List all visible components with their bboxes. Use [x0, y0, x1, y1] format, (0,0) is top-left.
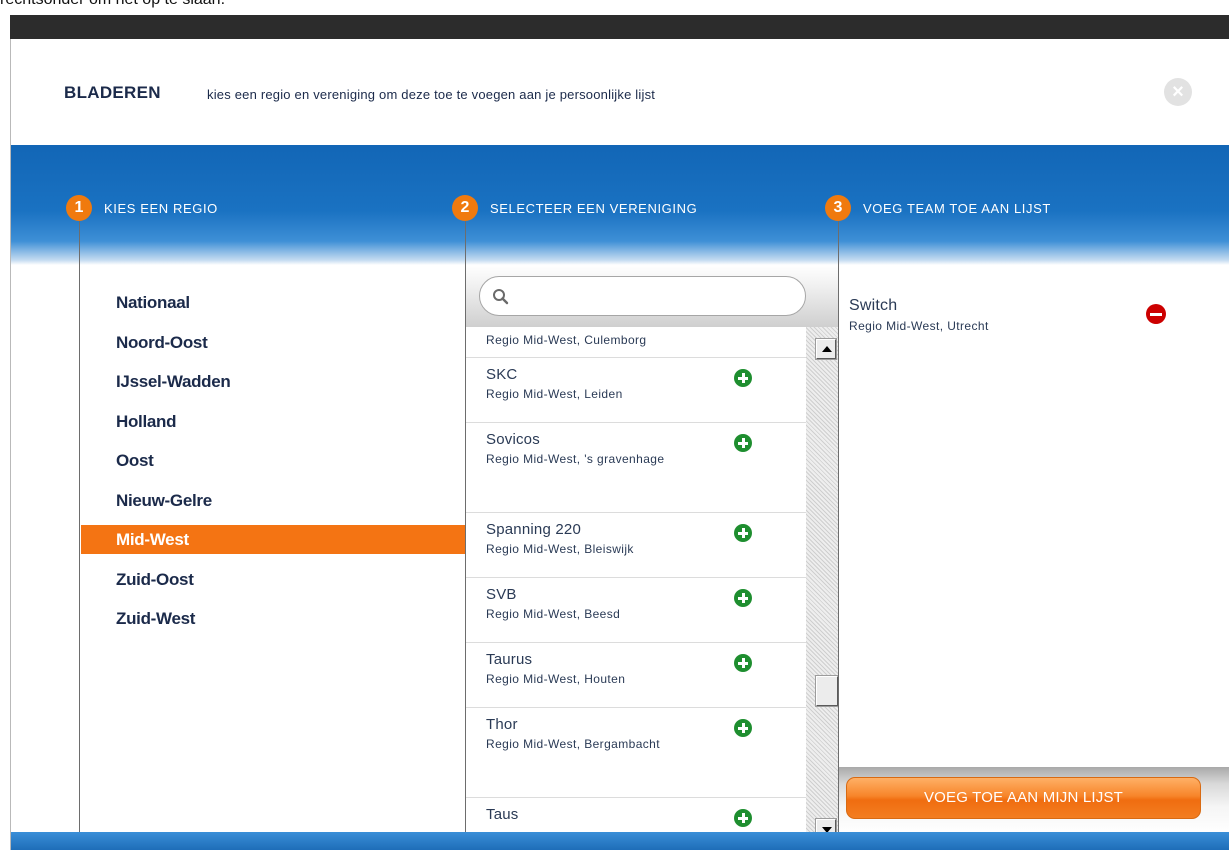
- list-item[interactable]: Thor Regio Mid-West, Bergambacht: [466, 708, 806, 798]
- page-caption: rechtsonder om het op te slaan.: [0, 0, 225, 9]
- team-column: Switch Regio Mid-West, Utrecht VOEG TOE …: [839, 265, 1229, 850]
- plus-circle-icon[interactable]: [734, 654, 752, 672]
- club-name: Thor: [486, 716, 518, 733]
- club-list: Regio Mid-West, Culemborg SKC Regio Mid-…: [466, 327, 806, 850]
- browse-dialog: BLADEREN kies een regio en vereniging om…: [10, 39, 1229, 850]
- step-number: 2: [452, 195, 478, 221]
- plus-circle-icon[interactable]: [734, 369, 752, 387]
- step-3: 3 VOEG TEAM TOE AAN LIJST: [825, 195, 1051, 221]
- plus-circle-icon[interactable]: [734, 809, 752, 827]
- club-name: SKC: [486, 366, 518, 383]
- search-input[interactable]: [479, 276, 806, 316]
- scrollbar-thumb[interactable]: [815, 675, 838, 707]
- page: rechtsonder om het op te slaan. BLADEREN…: [0, 0, 1229, 850]
- region-item-oost[interactable]: Oost: [81, 446, 465, 486]
- region-item-mid-west[interactable]: Mid-West: [81, 525, 465, 554]
- dialog-header: BLADEREN kies een regio en vereniging om…: [11, 39, 1229, 145]
- club-name: Taus: [486, 806, 519, 823]
- club-column: Regio Mid-West, Culemborg SKC Regio Mid-…: [466, 265, 838, 850]
- step-1: 1 KIES EEN REGIO: [66, 195, 218, 221]
- action-footer: VOEG TOE AAN MIJN LIJST: [839, 767, 1229, 833]
- list-item[interactable]: SKC Regio Mid-West, Leiden: [466, 358, 806, 423]
- club-location: Regio Mid-West, Culemborg: [486, 333, 647, 347]
- column-divider: [79, 221, 80, 832]
- club-location: Regio Mid-West, Leiden: [486, 387, 623, 401]
- list-item[interactable]: Spanning 220 Regio Mid-West, Bleiswijk: [466, 513, 806, 578]
- search-icon: [493, 289, 509, 305]
- dialog-bottom-bar: [11, 832, 1229, 850]
- step-label: SELECTEER EEN VERENIGING: [490, 200, 698, 216]
- region-item-nationaal[interactable]: Nationaal: [81, 288, 465, 328]
- region-list: Nationaal Noord-Oost IJssel-Wadden Holla…: [81, 288, 465, 644]
- plus-circle-icon[interactable]: [734, 524, 752, 542]
- list-item[interactable]: Regio Mid-West, Culemborg: [466, 327, 806, 358]
- region-item-zuid-west[interactable]: Zuid-West: [81, 604, 465, 644]
- plus-circle-icon[interactable]: [734, 589, 752, 607]
- steps-band: 1 KIES EEN REGIO 2 SELECTEER EEN VERENIG…: [11, 145, 1229, 265]
- region-item-noord-oost[interactable]: Noord-Oost: [81, 328, 465, 368]
- club-name: SVB: [486, 586, 517, 603]
- minus-circle-icon[interactable]: [1146, 304, 1166, 324]
- region-item-nieuw-gelre[interactable]: Nieuw-Gelre: [81, 486, 465, 526]
- club-name: Spanning 220: [486, 521, 581, 538]
- list-item[interactable]: Sovicos Regio Mid-West, 's gravenhage: [466, 423, 806, 513]
- step-number: 1: [66, 195, 92, 221]
- search-bar: [466, 265, 838, 327]
- list-item[interactable]: Taurus Regio Mid-West, Houten: [466, 643, 806, 708]
- plus-circle-icon[interactable]: [734, 719, 752, 737]
- club-name: Sovicos: [486, 431, 540, 448]
- plus-circle-icon[interactable]: [734, 434, 752, 452]
- add-to-my-list-button[interactable]: VOEG TOE AAN MIJN LIJST: [846, 777, 1201, 819]
- club-location: Regio Mid-West, 's gravenhage: [486, 452, 665, 466]
- step-label: KIES EEN REGIO: [104, 200, 218, 216]
- arrow-up-icon: [822, 346, 832, 352]
- region-item-zuid-oost[interactable]: Zuid-Oost: [81, 565, 465, 605]
- dialog-subtitle: kies een regio en vereniging om deze toe…: [207, 87, 656, 102]
- scroll-up-button[interactable]: [815, 338, 837, 360]
- step-label: VOEG TEAM TOE AAN LIJST: [863, 200, 1051, 216]
- club-location: Regio Mid-West, Bergambacht: [486, 737, 660, 751]
- club-list-scrollbar[interactable]: [806, 327, 838, 850]
- dialog-top-bar: [10, 15, 1229, 39]
- region-item-holland[interactable]: Holland: [81, 407, 465, 447]
- step-number: 3: [825, 195, 851, 221]
- club-location: Regio Mid-West, Bleiswijk: [486, 542, 634, 556]
- region-item-ijssel-wadden[interactable]: IJssel-Wadden: [81, 367, 465, 407]
- club-location: Regio Mid-West, Beesd: [486, 607, 621, 621]
- club-location: Regio Mid-West, Houten: [486, 672, 626, 686]
- list-item[interactable]: SVB Regio Mid-West, Beesd: [466, 578, 806, 643]
- dialog-title: BLADEREN: [64, 83, 161, 102]
- step-2: 2 SELECTEER EEN VERENIGING: [452, 195, 697, 221]
- club-name: Taurus: [486, 651, 533, 668]
- close-icon[interactable]: ×: [1164, 78, 1192, 106]
